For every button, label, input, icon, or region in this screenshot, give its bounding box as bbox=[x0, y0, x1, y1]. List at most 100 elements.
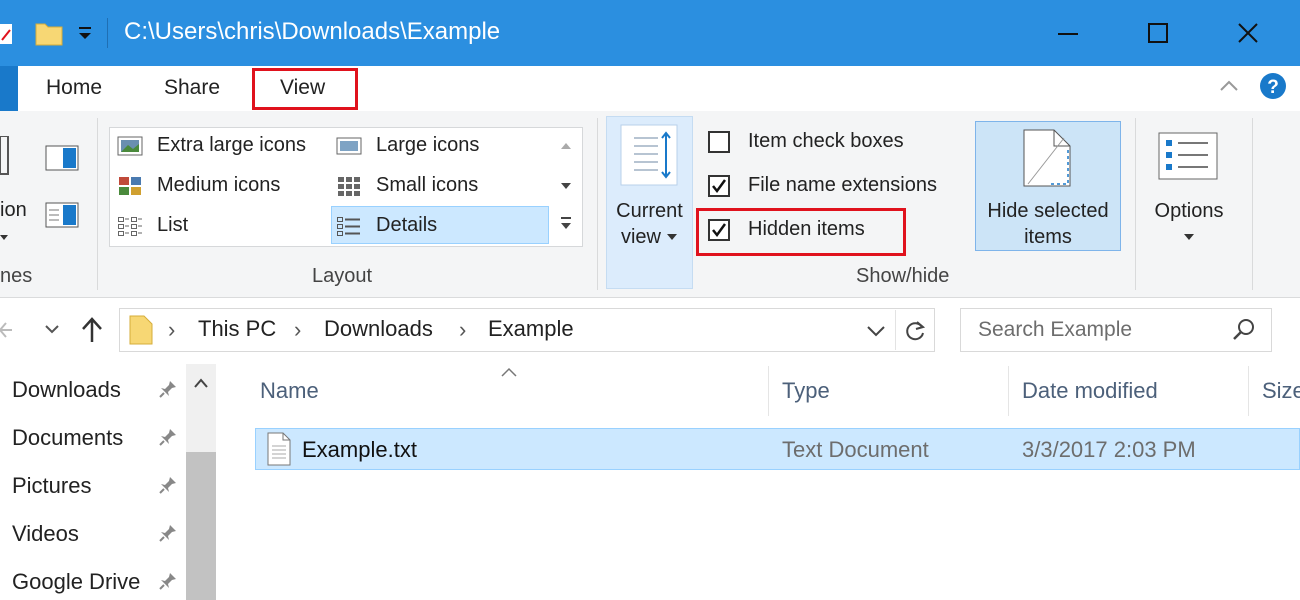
column-divider[interactable] bbox=[1008, 366, 1009, 416]
breadcrumb-downloads[interactable]: Downloads bbox=[324, 316, 433, 342]
close-icon bbox=[1238, 23, 1258, 43]
show-hide-group-label: Show/hide bbox=[856, 265, 950, 287]
list-icon bbox=[117, 215, 143, 237]
options-icon[interactable] bbox=[1158, 132, 1218, 185]
minimize-ribbon-chevron-icon[interactable] bbox=[1218, 78, 1240, 99]
layout-item-label: Small icons bbox=[376, 174, 479, 196]
large-icons-icon bbox=[336, 135, 362, 157]
nav-item-documents[interactable]: Documents bbox=[12, 425, 123, 451]
layout-medium-icons[interactable]: Medium icons bbox=[117, 174, 280, 197]
column-header-size[interactable]: Size bbox=[1262, 378, 1300, 404]
layout-extra-large-icons[interactable]: Extra large icons bbox=[117, 134, 306, 157]
group-separator bbox=[597, 118, 598, 290]
file-name-extensions-checkbox[interactable]: File name extensions bbox=[708, 174, 937, 197]
hide-selected-items-icon bbox=[1020, 128, 1074, 195]
breadcrumb-this-pc[interactable]: This PC bbox=[198, 316, 276, 342]
maximize-button[interactable] bbox=[1128, 10, 1188, 56]
search-icon[interactable] bbox=[1232, 318, 1256, 347]
checkmark-icon bbox=[712, 178, 727, 193]
folder-icon bbox=[34, 18, 64, 53]
column-header-type[interactable]: Type bbox=[782, 378, 830, 404]
layout-details[interactable]: Details bbox=[336, 214, 437, 237]
preview-pane-icon[interactable] bbox=[45, 145, 79, 176]
hide-selected-line1: Hide selected bbox=[987, 200, 1109, 222]
options-label: Options bbox=[1154, 200, 1224, 222]
breadcrumb-separator-icon[interactable]: › bbox=[459, 317, 466, 343]
folder-icon bbox=[128, 314, 154, 351]
breadcrumb-example[interactable]: Example bbox=[488, 316, 574, 342]
breadcrumb-separator-icon[interactable]: › bbox=[294, 317, 301, 343]
search-placeholder[interactable]: Search Example bbox=[978, 318, 1132, 342]
titlebar-separator bbox=[107, 18, 108, 48]
app-icon bbox=[0, 22, 14, 46]
column-header-name[interactable]: Name bbox=[260, 378, 319, 404]
recent-locations-chevron-icon[interactable] bbox=[44, 322, 60, 340]
checkbox-box bbox=[708, 130, 730, 153]
nav-item-pictures[interactable]: Pictures bbox=[12, 473, 91, 499]
gallery-more-icon[interactable] bbox=[558, 215, 574, 238]
layout-large-icons[interactable]: Large icons bbox=[336, 134, 479, 157]
address-divider bbox=[895, 310, 896, 350]
nav-item-videos[interactable]: Videos bbox=[12, 521, 79, 547]
current-view-line2: view bbox=[620, 226, 661, 248]
pin-icon bbox=[158, 379, 178, 404]
scroll-up-chevron-icon[interactable] bbox=[193, 376, 209, 394]
pin-icon bbox=[158, 427, 178, 452]
svg-text:?: ? bbox=[1267, 77, 1279, 98]
checkbox-box bbox=[708, 174, 730, 197]
nav-item-downloads[interactable]: Downloads bbox=[12, 377, 121, 403]
nav-item-google-drive[interactable]: Google Drive bbox=[12, 569, 140, 595]
column-divider[interactable] bbox=[1248, 366, 1249, 416]
navigation-pane-icon[interactable] bbox=[0, 135, 10, 181]
close-button[interactable] bbox=[1218, 10, 1278, 56]
title-bar: C:\Users\chris\Downloads\Example bbox=[0, 0, 1300, 66]
file-type: Text Document bbox=[782, 437, 929, 462]
nav-scrollbar-thumb[interactable] bbox=[186, 452, 216, 600]
layout-item-label: Details bbox=[376, 214, 438, 236]
breadcrumb-separator-icon[interactable]: › bbox=[168, 317, 175, 343]
layout-list[interactable]: List bbox=[117, 214, 188, 237]
maximize-icon bbox=[1148, 23, 1168, 43]
file-name: Example.txt bbox=[302, 437, 417, 462]
back-arrow-icon[interactable] bbox=[0, 319, 14, 346]
options-button[interactable]: Options bbox=[1148, 198, 1230, 250]
details-pane-icon[interactable] bbox=[45, 202, 79, 233]
current-view-line1: Current bbox=[616, 200, 683, 222]
refresh-icon[interactable] bbox=[903, 319, 927, 348]
hide-selected-items-label: Hide selected items bbox=[975, 198, 1121, 250]
gallery-scroll-up-icon[interactable] bbox=[558, 138, 574, 159]
view-tab-highlight bbox=[252, 68, 358, 110]
tab-home[interactable]: Home bbox=[46, 76, 102, 100]
navigation-pane-dropdown-icon[interactable] bbox=[0, 230, 10, 248]
column-divider[interactable] bbox=[768, 366, 769, 416]
pin-icon bbox=[158, 523, 178, 548]
layout-item-label: Large icons bbox=[376, 134, 480, 156]
sort-ascending-icon bbox=[500, 366, 518, 384]
group-separator bbox=[1135, 118, 1136, 290]
layout-item-label: Medium icons bbox=[157, 174, 281, 196]
help-icon[interactable]: ? bbox=[1259, 72, 1287, 105]
column-header-date-modified[interactable]: Date modified bbox=[1022, 378, 1158, 404]
extra-large-icons-icon bbox=[117, 135, 143, 157]
checkbox-label: Item check boxes bbox=[748, 130, 904, 152]
item-check-boxes-checkbox[interactable]: Item check boxes bbox=[708, 130, 904, 153]
minimize-button[interactable] bbox=[1038, 10, 1098, 56]
layout-small-icons[interactable]: Small icons bbox=[336, 174, 478, 197]
text-file-icon bbox=[266, 432, 292, 471]
quick-access-dropdown-icon[interactable] bbox=[76, 24, 94, 47]
current-view-dropdown-icon bbox=[667, 234, 677, 240]
tab-share[interactable]: Share bbox=[164, 76, 220, 100]
file-tab[interactable] bbox=[0, 66, 18, 111]
gallery-scroll-down-icon[interactable] bbox=[558, 178, 574, 199]
navigation-pane-label[interactable]: ion bbox=[0, 199, 27, 222]
pin-icon bbox=[158, 571, 178, 596]
small-icons-icon bbox=[336, 175, 362, 197]
up-arrow-icon[interactable] bbox=[80, 316, 104, 349]
minimize-icon bbox=[1058, 33, 1078, 35]
current-view-icon bbox=[620, 124, 678, 191]
file-date-modified: 3/3/2017 2:03 PM bbox=[1022, 437, 1196, 462]
address-dropdown-icon[interactable] bbox=[866, 324, 886, 343]
panes-group-label: nes bbox=[0, 265, 33, 287]
group-separator bbox=[1252, 118, 1253, 290]
details-icon bbox=[336, 215, 362, 237]
